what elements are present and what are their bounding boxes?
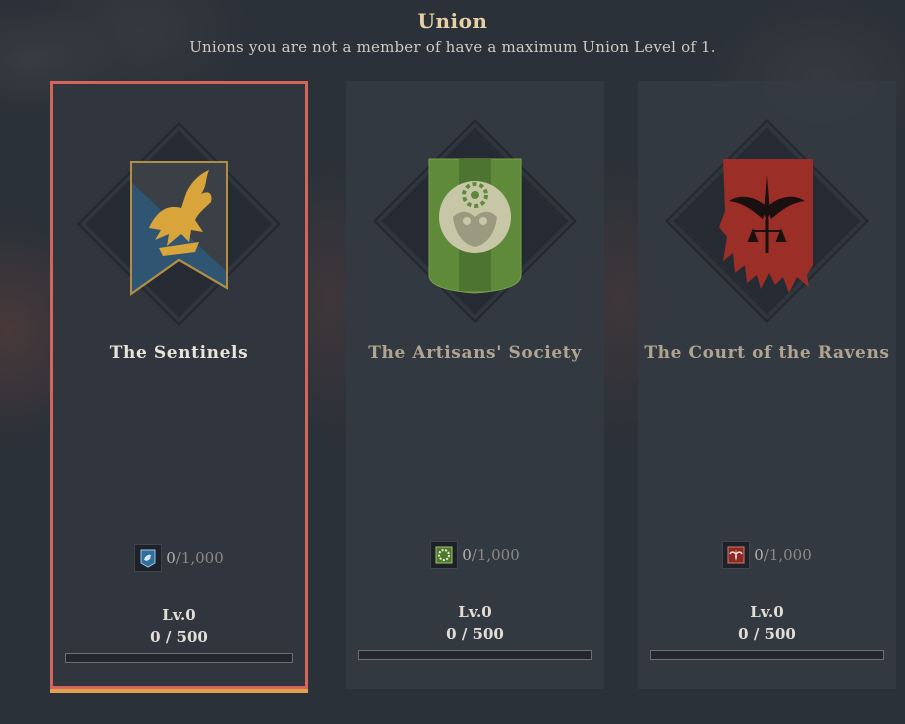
page-title: Union	[417, 9, 488, 33]
union-name: The Sentinels	[109, 343, 249, 363]
reputation-current: 0	[462, 546, 472, 564]
reputation-display: 0/1,000	[346, 541, 604, 569]
union-card-sentinels[interactable]: The Sentinels 0/1,000 Lv.0 0 / 500	[50, 81, 308, 693]
union-level: Lv.0	[750, 603, 784, 621]
union-level: Lv.0	[162, 606, 196, 624]
reputation-current: 0	[166, 549, 176, 567]
griffin-banner-icon	[130, 161, 228, 296]
reputation-max: /1,000	[763, 546, 812, 564]
emblem-frame	[79, 124, 279, 324]
sentinels-crest-icon	[134, 544, 163, 572]
union-name: The Court of the Ravens	[644, 343, 890, 363]
raven-banner-icon	[719, 159, 813, 293]
reputation-max: /1,000	[175, 549, 224, 567]
reputation-display: 0/1,000	[53, 544, 305, 572]
union-card-ravens[interactable]: The Court of the Ravens 0/1,000 Lv.0 0 /…	[638, 81, 896, 689]
emblem-frame	[375, 121, 575, 321]
union-name: The Artisans' Society	[368, 343, 582, 363]
union-level: Lv.0	[458, 603, 492, 621]
artisans-crest-icon	[430, 541, 459, 569]
union-exp: 0 / 500	[150, 628, 208, 646]
union-exp: 0 / 500	[738, 625, 796, 643]
exp-progress-bar	[650, 650, 884, 660]
reputation-current: 0	[754, 546, 764, 564]
exp-progress-bar	[358, 650, 592, 660]
reputation-display: 0/1,000	[638, 541, 896, 569]
union-exp: 0 / 500	[446, 625, 504, 643]
union-card-artisans[interactable]: The Artisans' Society 0/1,000 Lv.0 0 / 5…	[346, 81, 604, 689]
emblem-frame	[667, 121, 867, 321]
header: Union Unions you are not a member of hav…	[0, 8, 905, 56]
exp-progress-bar	[65, 653, 293, 663]
ravens-crest-icon	[722, 541, 751, 569]
owl-gear-banner-icon	[428, 158, 522, 294]
page-subtitle: Unions you are not a member of have a ma…	[189, 38, 716, 56]
reputation-max: /1,000	[471, 546, 520, 564]
